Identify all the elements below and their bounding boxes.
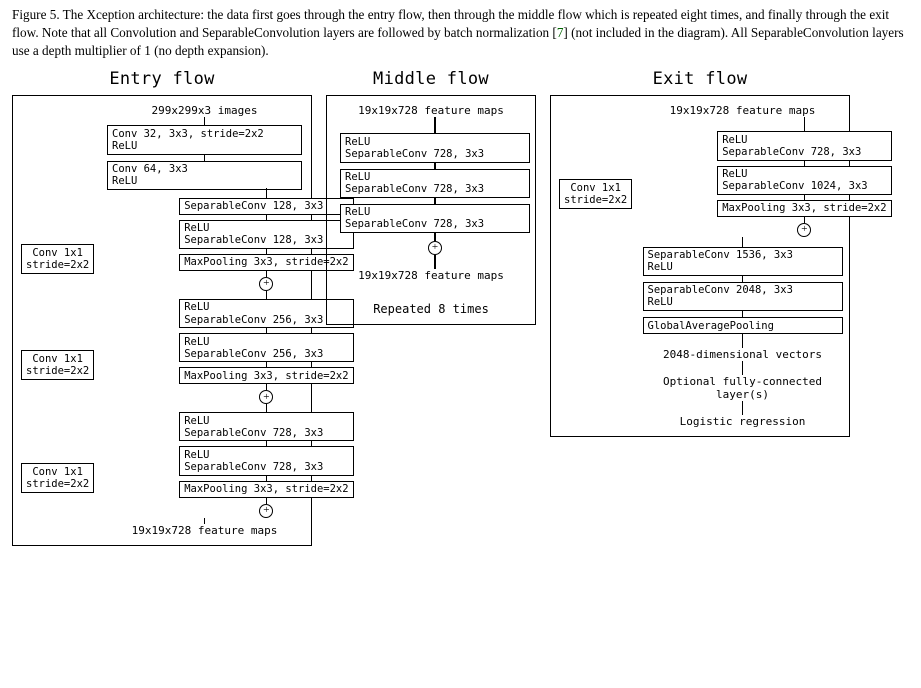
entry-b3-side: Conv 1x1 stride=2x2 <box>21 463 94 493</box>
add-icon: + <box>259 390 273 404</box>
exit-tail-0: SeparableConv 1536, 3x3 ReLU <box>643 247 843 276</box>
exit-input: 19x19x728 feature maps <box>670 104 816 117</box>
entry-input: 299x299x3 images <box>152 104 258 117</box>
entry-output: 19x19x728 feature maps <box>132 524 278 537</box>
entry-flow-column: Entry flow 299x299x3 images Conv 32, 3x3… <box>12 67 312 545</box>
exit-out2: Optional fully-connected layer(s) <box>663 375 822 401</box>
entry-frame: 299x299x3 images Conv 32, 3x3, stride=2x… <box>12 95 312 545</box>
entry-b2-side: Conv 1x1 stride=2x2 <box>21 350 94 380</box>
entry-b3-l0: ReLU SeparableConv 728, 3x3 <box>179 412 353 441</box>
entry-title: Entry flow <box>12 69 312 89</box>
entry-b2-l1: ReLU SeparableConv 256, 3x3 <box>179 333 353 362</box>
middle-flow-column: Middle flow 19x19x728 feature maps ReLU … <box>326 67 536 324</box>
middle-input: 19x19x728 feature maps <box>358 104 504 117</box>
exit-out1: 2048-dimensional vectors <box>663 348 822 361</box>
entry-b1-side: Conv 1x1 stride=2x2 <box>21 244 94 274</box>
add-icon: + <box>259 504 273 518</box>
exit-b1-side: Conv 1x1 stride=2x2 <box>559 179 632 209</box>
entry-b3-l2: MaxPooling 3x3, stride=2x2 <box>179 481 353 498</box>
middle-output: 19x19x728 feature maps <box>358 269 504 282</box>
exit-title: Exit flow <box>550 69 850 89</box>
add-icon: + <box>797 223 811 237</box>
exit-out3: Logistic regression <box>680 415 806 428</box>
exit-frame: 19x19x728 feature maps Conv 1x1 stride=2… <box>550 95 850 437</box>
exit-tail-2: GlobalAveragePooling <box>643 317 843 334</box>
middle-l0: ReLU SeparableConv 728, 3x3 <box>340 133 530 162</box>
middle-note: Repeated 8 times <box>373 302 489 316</box>
add-icon: + <box>428 241 442 255</box>
middle-title: Middle flow <box>326 69 536 89</box>
middle-l1: ReLU SeparableConv 728, 3x3 <box>340 169 530 198</box>
exit-b1-l0: ReLU SeparableConv 728, 3x3 <box>717 131 891 160</box>
figure-caption: Figure 5. The Xception architecture: the… <box>12 6 909 59</box>
entry-stem-1: Conv 64, 3x3 ReLU <box>107 161 302 190</box>
architecture-diagram: Entry flow 299x299x3 images Conv 32, 3x3… <box>12 67 909 545</box>
add-icon: + <box>259 277 273 291</box>
exit-tail-1: SeparableConv 2048, 3x3 ReLU <box>643 282 843 311</box>
exit-b1-l1: ReLU SeparableConv 1024, 3x3 <box>717 166 891 195</box>
middle-frame: 19x19x728 feature maps ReLU SeparableCon… <box>326 95 536 324</box>
exit-flow-column: Exit flow 19x19x728 feature maps Conv 1x… <box>550 67 850 437</box>
entry-b3-l1: ReLU SeparableConv 728, 3x3 <box>179 446 353 475</box>
entry-b2-l2: MaxPooling 3x3, stride=2x2 <box>179 367 353 384</box>
exit-b1-l2: MaxPooling 3x3, stride=2x2 <box>717 200 891 217</box>
middle-l2: ReLU SeparableConv 728, 3x3 <box>340 204 530 233</box>
entry-stem-0: Conv 32, 3x3, stride=2x2 ReLU <box>107 125 302 154</box>
